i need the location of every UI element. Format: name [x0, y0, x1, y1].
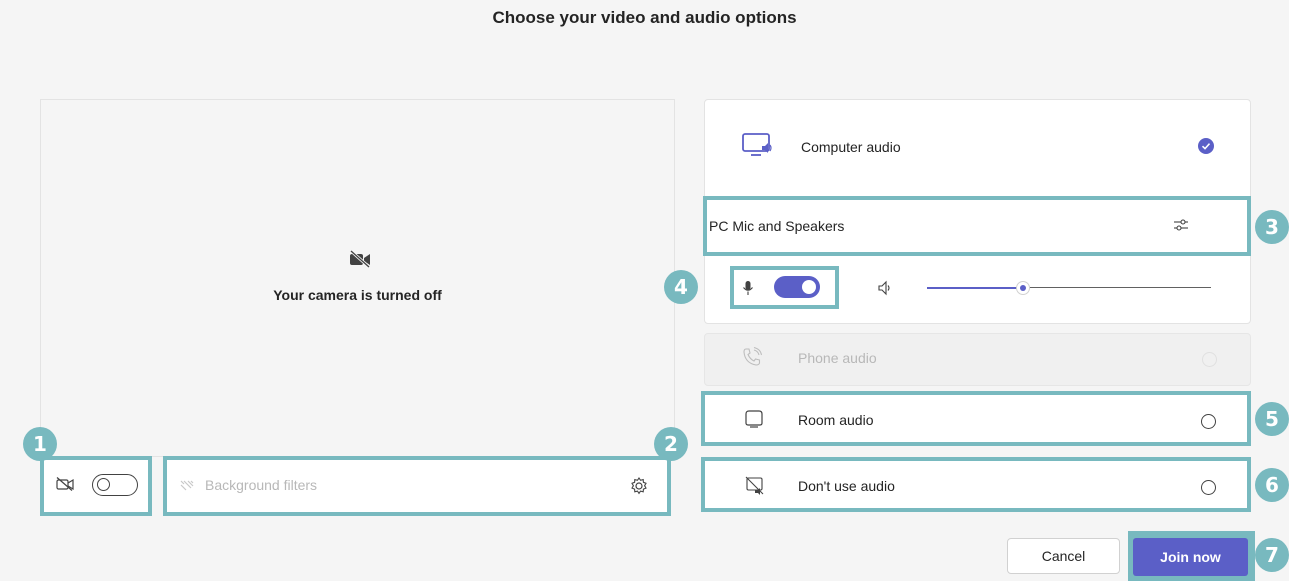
- phone-audio-label: Phone audio: [798, 350, 877, 366]
- room-audio-option[interactable]: Room audio: [701, 391, 1251, 446]
- callout-7: 7: [1255, 538, 1289, 572]
- audio-device-label: PC Mic and Speakers: [709, 218, 845, 234]
- callout-4: 4: [664, 270, 698, 304]
- microphone-toggle[interactable]: [774, 276, 820, 298]
- room-audio-radio[interactable]: [1201, 414, 1216, 429]
- callout-2: 2: [654, 427, 688, 461]
- computer-audio-icon: [742, 133, 772, 156]
- camera-controls: [40, 456, 152, 516]
- join-now-button[interactable]: Join now: [1133, 538, 1248, 576]
- cancel-button[interactable]: Cancel: [1007, 538, 1120, 574]
- volume-fill: [927, 286, 1024, 289]
- phone-audio-radio: [1202, 352, 1217, 367]
- speaker-icon: [878, 280, 890, 296]
- no-audio-label: Don't use audio: [798, 478, 895, 494]
- callout-1: 1: [23, 427, 57, 461]
- selected-check-icon[interactable]: [1198, 138, 1214, 154]
- callout-3: 3: [1255, 210, 1289, 244]
- camera-off-icon: [56, 477, 74, 491]
- background-filters-label: Background filters: [205, 477, 318, 493]
- callout-5: 5: [1255, 402, 1289, 436]
- page-title: Choose your video and audio options: [492, 8, 797, 27]
- phone-icon: [743, 347, 762, 366]
- camera-off-icon: [350, 250, 370, 268]
- no-audio-option[interactable]: Don't use audio: [701, 457, 1251, 512]
- no-audio-radio[interactable]: [1201, 480, 1216, 495]
- camera-toggle[interactable]: [92, 474, 138, 496]
- volume-thumb[interactable]: [1016, 281, 1031, 295]
- volume-slider[interactable]: [927, 281, 1211, 295]
- background-filters-bar[interactable]: Background filters: [163, 456, 671, 516]
- callout-6: 6: [1255, 468, 1289, 502]
- mic-controls: [730, 266, 839, 309]
- gear-icon[interactable]: [629, 476, 649, 496]
- room-audio-label: Room audio: [798, 412, 874, 428]
- camera-status-text: Your camera is turned off: [273, 287, 442, 303]
- no-audio-icon: [745, 476, 764, 495]
- audio-device-selector[interactable]: PC Mic and Speakers: [703, 196, 1251, 256]
- room-audio-icon: [745, 410, 763, 428]
- device-settings-icon[interactable]: [1173, 218, 1189, 232]
- video-preview: Your camera is turned off: [40, 99, 675, 457]
- background-effects-icon: [180, 480, 194, 491]
- microphone-icon: [743, 281, 753, 295]
- computer-audio-label: Computer audio: [801, 139, 901, 155]
- phone-audio-option: Phone audio: [704, 333, 1251, 386]
